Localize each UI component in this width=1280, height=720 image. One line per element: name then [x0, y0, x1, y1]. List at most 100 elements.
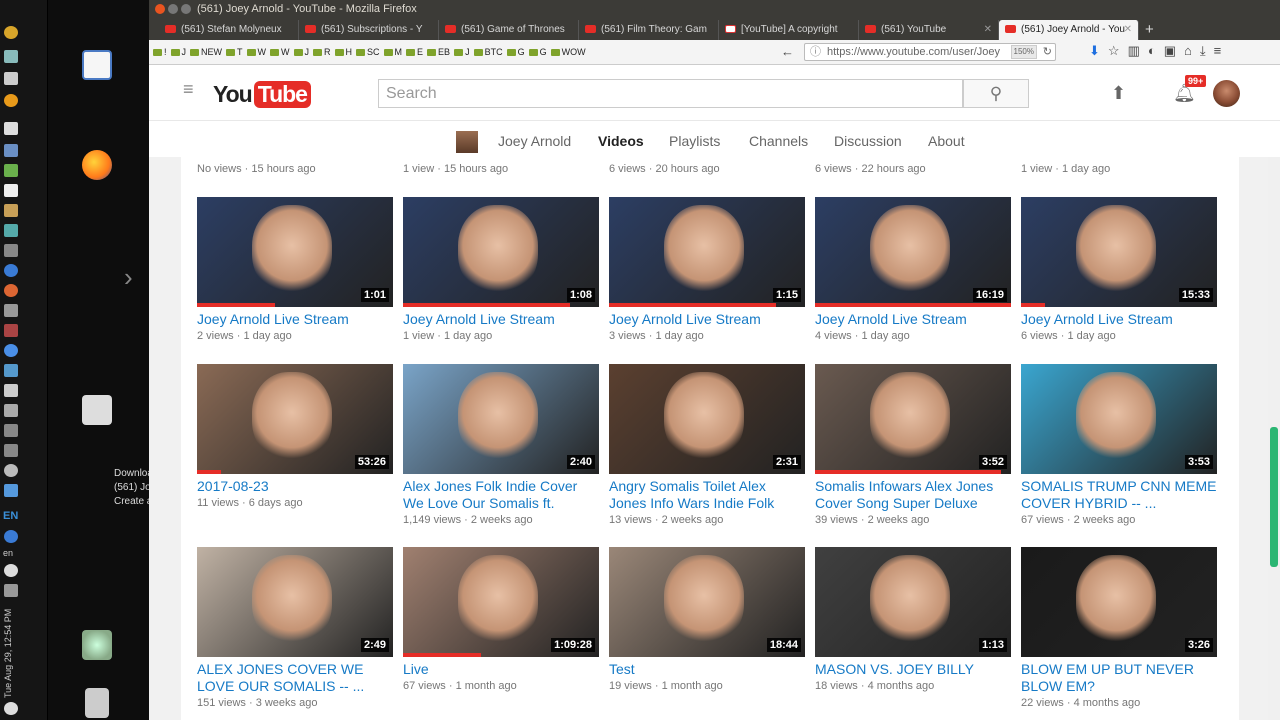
video-thumbnail[interactable]: 2:40: [403, 364, 599, 474]
video-card[interactable]: 1:09:28 Live 67 views · 1 month ago: [403, 547, 599, 692]
bookmark-item[interactable]: M: [383, 47, 402, 57]
bookmark-item[interactable]: G: [528, 47, 547, 57]
channel-avatar[interactable]: [456, 131, 478, 153]
video-card[interactable]: 1:13 MASON VS. JOEY BILLY 18 views · 4 mon…: [815, 547, 1011, 692]
bookmark-item[interactable]: W: [270, 47, 290, 57]
video-card[interactable]: 2:49 ALEX JONES COVER WE LOVE OUR SOMALIS…: [197, 547, 393, 709]
user-arrow-icon[interactable]: [82, 630, 112, 660]
video-card[interactable]: 3:52 Somalis Infowars Alex Jones Cover So…: [815, 364, 1011, 526]
terminal-icon[interactable]: [4, 244, 18, 257]
video-thumbnail[interactable]: 1:09:28: [403, 547, 599, 657]
bluetooth-icon[interactable]: [4, 584, 18, 597]
video-title-link[interactable]: SOMALIS TRUMP CNN MEME COVER HYBRID -- .…: [1021, 478, 1217, 512]
close-tab-icon[interactable]: ✕: [1124, 20, 1132, 40]
video-thumbnail[interactable]: 1:01: [197, 197, 393, 307]
expand-launcher-icon[interactable]: ›: [124, 262, 133, 293]
bookmark-item[interactable]: EB: [427, 47, 450, 57]
bookmark-star-icon[interactable]: ☆: [1108, 43, 1120, 59]
tab-gmail[interactable]: [YouTube] A copyright: [719, 20, 859, 40]
folder-icon[interactable]: [4, 204, 18, 217]
zoom-level[interactable]: 150%: [1010, 45, 1037, 59]
app-icon[interactable]: [4, 284, 18, 297]
video-title-link[interactable]: Joey Arnold Live Stream: [609, 311, 805, 328]
home-icon[interactable]: ⌂: [1184, 43, 1192, 59]
video-card[interactable]: 16:19 Joey Arnold Live Stream 4 views · 1 …: [815, 197, 1011, 342]
video-card[interactable]: 18:44 Test 19 views · 1 month ago: [609, 547, 805, 692]
tab-videos[interactable]: Videos: [598, 121, 644, 161]
bookmark-item[interactable]: J: [170, 47, 186, 57]
app-icon[interactable]: [4, 464, 18, 477]
video-title-link[interactable]: 2017-08-23: [197, 478, 393, 495]
video-thumbnail[interactable]: 15:33: [1021, 197, 1217, 307]
video-title-link[interactable]: Angry Somalis Toilet Alex Jones Info War…: [609, 478, 805, 512]
app-icon[interactable]: [4, 444, 18, 457]
tab-subscriptions[interactable]: (561) Subscriptions - Y: [299, 20, 439, 40]
bookmark-item[interactable]: WOW: [550, 47, 586, 57]
video-thumbnail[interactable]: 2:49: [197, 547, 393, 657]
app-icon[interactable]: [4, 364, 18, 377]
video-thumbnail[interactable]: 3:52: [815, 364, 1011, 474]
calculator-icon[interactable]: [4, 144, 18, 157]
tab-channels[interactable]: Channels: [749, 121, 808, 161]
menu-icon[interactable]: ≡: [1214, 43, 1222, 59]
tab-youtube[interactable]: (561) YouTube ✕: [859, 20, 999, 40]
monitor-icon[interactable]: [4, 384, 18, 397]
bookmark-item[interactable]: R: [313, 47, 331, 57]
video-title-link[interactable]: Somalis Infowars Alex Jones Cover Song S…: [815, 478, 1011, 512]
bookmark-item[interactable]: W: [246, 47, 266, 57]
app-icon[interactable]: [4, 304, 18, 317]
chrome-icon[interactable]: [4, 344, 18, 357]
bookmark-item[interactable]: J: [293, 47, 309, 57]
video-card[interactable]: 1:08 Joey Arnold Live Stream 1 view · 1 da…: [403, 197, 599, 342]
bookmark-item[interactable]: T: [226, 47, 243, 57]
video-thumbnail[interactable]: 3:26: [1021, 547, 1217, 657]
system-clock[interactable]: Tue Aug 29, 12:54 PM: [3, 600, 17, 698]
tab-playlists[interactable]: Playlists: [669, 121, 720, 161]
close-window-icon[interactable]: [155, 4, 165, 14]
search-input[interactable]: Search: [378, 79, 963, 108]
save-icon[interactable]: ⤓: [1200, 43, 1206, 59]
video-card[interactable]: 2:40 Alex Jones Folk Indie Cover We Love …: [403, 364, 599, 526]
video-thumbnail[interactable]: 2:31: [609, 364, 805, 474]
video-title-link[interactable]: Joey Arnold Live Stream: [1021, 311, 1217, 328]
video-thumbnail[interactable]: 1:08: [403, 197, 599, 307]
video-title-link[interactable]: Alex Jones Folk Indie Cover We Love Our …: [403, 478, 599, 512]
writer-document-icon[interactable]: [82, 50, 112, 80]
tab-about[interactable]: About: [928, 121, 965, 161]
video-thumbnail[interactable]: 1:15: [609, 197, 805, 307]
bookmark-item[interactable]: SC: [356, 47, 380, 57]
youtube-logo[interactable]: You Tube: [213, 81, 311, 108]
app-icon[interactable]: [4, 530, 18, 543]
app-icon[interactable]: [4, 404, 18, 417]
account-avatar[interactable]: [1213, 80, 1240, 107]
video-thumbnail[interactable]: 53:26: [197, 364, 393, 474]
tab-joey-arnold[interactable]: (561) Joey Arnold - You ✕: [999, 20, 1139, 40]
power-icon[interactable]: [4, 702, 18, 715]
app-icon[interactable]: [4, 264, 18, 277]
video-card[interactable]: 1:01 Joey Arnold Live Stream 2 views · 1 d…: [197, 197, 393, 342]
tab-got[interactable]: (561) Game of Thrones: [439, 20, 579, 40]
video-thumbnail[interactable]: 16:19: [815, 197, 1011, 307]
back-icon[interactable]: ←: [781, 44, 794, 59]
files-cabinet-icon[interactable]: [82, 395, 112, 425]
info-icon[interactable]: ⓘ: [810, 44, 821, 60]
tab-stefan[interactable]: (561) Stefan Molyneux: [159, 20, 299, 40]
video-title-link[interactable]: Joey Arnold Live Stream: [403, 311, 599, 328]
video-card[interactable]: 15:33 Joey Arnold Live Stream 6 views · 1 …: [1021, 197, 1217, 342]
firefox-icon[interactable]: [82, 150, 112, 180]
video-title-link[interactable]: Joey Arnold Live Stream: [815, 311, 1011, 328]
video-title-link[interactable]: BLOW EM UP BUT NEVER BLOW EM?: [1021, 661, 1217, 695]
app-icon[interactable]: [4, 484, 18, 497]
download-icon[interactable]: ⬇: [1089, 43, 1100, 59]
bitcoin-icon[interactable]: [4, 94, 18, 107]
url-bar[interactable]: ⓘ https://www.youtube.com/user/Joey 150%…: [804, 43, 1056, 61]
video-title-link[interactable]: Test: [609, 661, 805, 678]
video-title-link[interactable]: Joey Arnold Live Stream: [197, 311, 393, 328]
video-thumbnail[interactable]: 18:44: [609, 547, 805, 657]
minimize-window-icon[interactable]: [168, 4, 178, 14]
new-tab-button[interactable]: +: [1139, 20, 1154, 40]
video-card[interactable]: 2:31 Angry Somalis Toilet Alex Jones Info…: [609, 364, 805, 526]
trash-icon[interactable]: [85, 688, 109, 718]
bookmark-item[interactable]: E: [406, 47, 423, 57]
scrollbar-thumb[interactable]: [1270, 427, 1278, 567]
